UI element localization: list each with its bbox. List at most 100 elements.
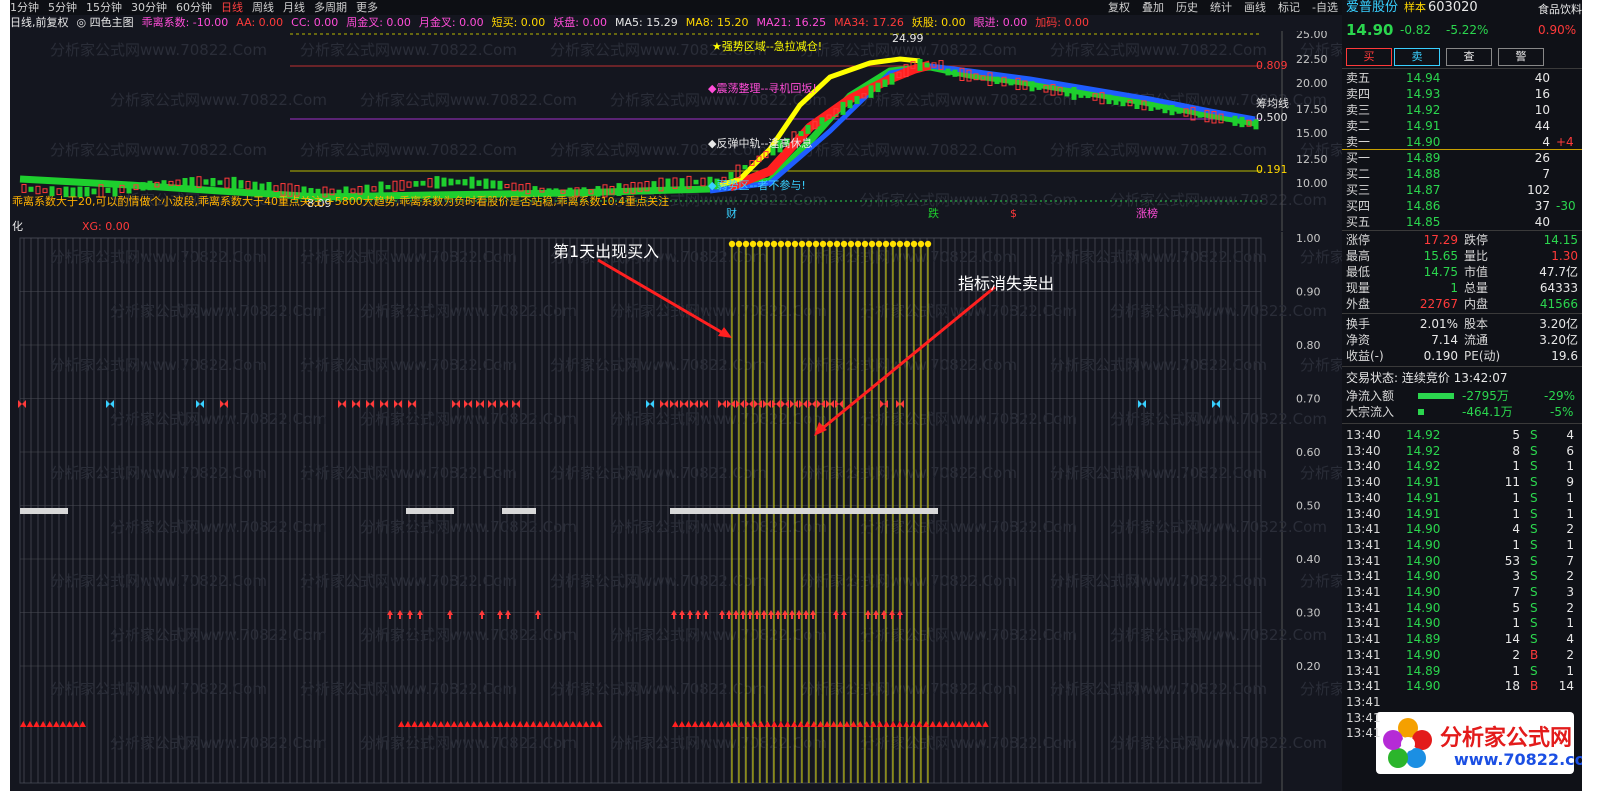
period-tab-4[interactable]: 60分钟 [176, 0, 212, 15]
triangle-marker [962, 721, 969, 727]
tick-price: 14.90 [1406, 647, 1441, 662]
tool-button-0[interactable]: 复权 [1108, 0, 1130, 15]
signal-indicator-chart[interactable]: 1.00 0.90 0.80 0.70 0.60 0.50 0.40 0.30 0.20 分析家公… [10, 232, 1342, 791]
tool-button-5[interactable]: 标记 [1278, 0, 1300, 15]
candle [1253, 119, 1259, 130]
candle [1239, 116, 1245, 128]
candle [742, 165, 748, 170]
period-tab-7[interactable]: 月线 [283, 0, 305, 15]
triangle-marker [510, 721, 517, 727]
watermark-text: 分析家公式网www.70822.Com [860, 518, 1077, 536]
watermark-text: 分析家公式网www.70822.Com [860, 302, 1077, 320]
tick-price: 14.91 [1406, 506, 1441, 521]
triangle-marker [450, 721, 458, 727]
stat-label: PE(动) [1464, 349, 1501, 363]
triangle-marker [691, 721, 699, 727]
butterfly-icon [781, 400, 789, 408]
book-volume: 4 [1542, 135, 1550, 149]
period-tab-6[interactable]: 周线 [252, 0, 274, 15]
watermark-text: 分析家公式网www.70822.Com [550, 464, 767, 482]
up-arrow-icon [407, 610, 413, 619]
signal-dot [903, 240, 911, 248]
period-tab-1[interactable]: 5分钟 [48, 0, 77, 15]
candle [441, 177, 447, 187]
tick-volume: 1 [1512, 506, 1520, 521]
signal-dot [812, 240, 820, 248]
triangle-marker [777, 721, 785, 727]
stat-label: 量比 [1464, 249, 1489, 263]
candle [511, 182, 517, 192]
template-name[interactable]: ◎ 四色主图 [77, 15, 134, 31]
tick-row-0: 13:40 14.92 5 S 4 [1342, 427, 1582, 443]
period-tab-3[interactable]: 30分钟 [131, 0, 167, 15]
watermark-text: 分析家公式网www.70822.Com [110, 518, 327, 536]
stat-value: 2.01% [1419, 317, 1458, 331]
triangle-marker [33, 721, 40, 727]
triangle-marker [497, 721, 504, 727]
sell-button[interactable]: 卖 [1394, 48, 1440, 66]
candle [364, 184, 370, 195]
up-arrow-icon [679, 610, 685, 619]
price-header: 14.90 -0.82 -5.22% 0.90% [1342, 22, 1582, 42]
book-price: 14.85 [1406, 215, 1441, 229]
block-flow-bar [1418, 409, 1424, 415]
block-flow-value: -464.1万 [1462, 405, 1513, 419]
tick-row-18: 13:41 [1342, 710, 1582, 726]
peak-price-label: 24.99 [892, 32, 924, 45]
tick-row-7: 13:41 14.90 1 S 1 [1342, 537, 1582, 553]
chart-title: 日线,前复权 [10, 16, 69, 29]
tick-count: 2 [1566, 569, 1574, 584]
tick-price: 14.90 [1406, 616, 1441, 631]
tick-side: S [1530, 506, 1538, 521]
book-label: 买五 [1346, 215, 1371, 229]
tool-button-2[interactable]: 历史 [1176, 0, 1198, 15]
butterfly-icon [745, 400, 753, 408]
period-tab-0[interactable]: 1分钟 [10, 0, 39, 15]
period-tab-2[interactable]: 15分钟 [86, 0, 122, 15]
period-tab-5[interactable]: 日线 [221, 0, 243, 15]
triangle-marker [903, 721, 910, 727]
tick-time: 13:40 [1346, 443, 1381, 458]
candle [1162, 104, 1168, 114]
butterfly-icon [880, 400, 888, 408]
y-tick-label: 20.00 [1296, 77, 1328, 90]
event-tag: $ [1010, 207, 1017, 220]
triangle-marker [705, 721, 712, 727]
y-tick-label: 0.70 [1296, 393, 1321, 406]
stat-value: 41566 [1539, 297, 1578, 311]
tool-button-1[interactable]: 叠加 [1142, 0, 1164, 15]
tick-time: 13:41 [1346, 647, 1381, 662]
book-price: 14.88 [1406, 167, 1441, 181]
candle [455, 179, 461, 185]
watermark-text: 分析家公式网www.70822.Com [50, 572, 267, 590]
tick-time: 13:40 [1346, 459, 1381, 474]
buy-button[interactable]: 买 [1346, 48, 1392, 66]
sell-annotation: 指标消失卖出 [958, 274, 1055, 293]
tool-button-3[interactable]: 统计 [1210, 0, 1232, 15]
y-tick-label: 0.60 [1296, 446, 1321, 459]
butterfly-icon [718, 400, 726, 408]
kline-chart[interactable]: 分析家公式网www.70822.Com 分析家公式网www.70822.Com 分析… [10, 31, 1342, 231]
signal-dot [875, 240, 883, 248]
candle [224, 177, 230, 189]
tool-button-6[interactable]: -自选 [1312, 0, 1338, 15]
query-button[interactable]: 查 [1446, 48, 1492, 66]
book-label: 卖一 [1346, 135, 1371, 149]
alert-button[interactable]: 警 [1498, 48, 1544, 66]
period-tab-9[interactable]: 更多 [356, 0, 378, 15]
indicator-value-10: MA34: 17.26 [834, 16, 904, 29]
tick-time: 13:41 [1346, 585, 1381, 599]
tick-side: S [1530, 459, 1538, 474]
triangle-marker [411, 721, 418, 727]
candle [616, 183, 622, 196]
triangle-marker [589, 721, 596, 727]
bid-row-1: 买二 14.88 7 [1342, 166, 1582, 182]
book-price: 14.92 [1406, 103, 1441, 117]
y-tick-label: 0.20 [1296, 660, 1321, 673]
stat2-row-2: 收益(-) 0.190 PE(动) 19.6 [1342, 348, 1582, 364]
tick-row-9: 13:41 14.90 3 S 2 [1342, 568, 1582, 584]
y-tick-label: 0.50 [1296, 500, 1321, 513]
tool-button-4[interactable]: 画线 [1244, 0, 1266, 15]
stat-value: 14.75 [1423, 265, 1458, 279]
period-tab-8[interactable]: 多周期 [314, 0, 347, 15]
